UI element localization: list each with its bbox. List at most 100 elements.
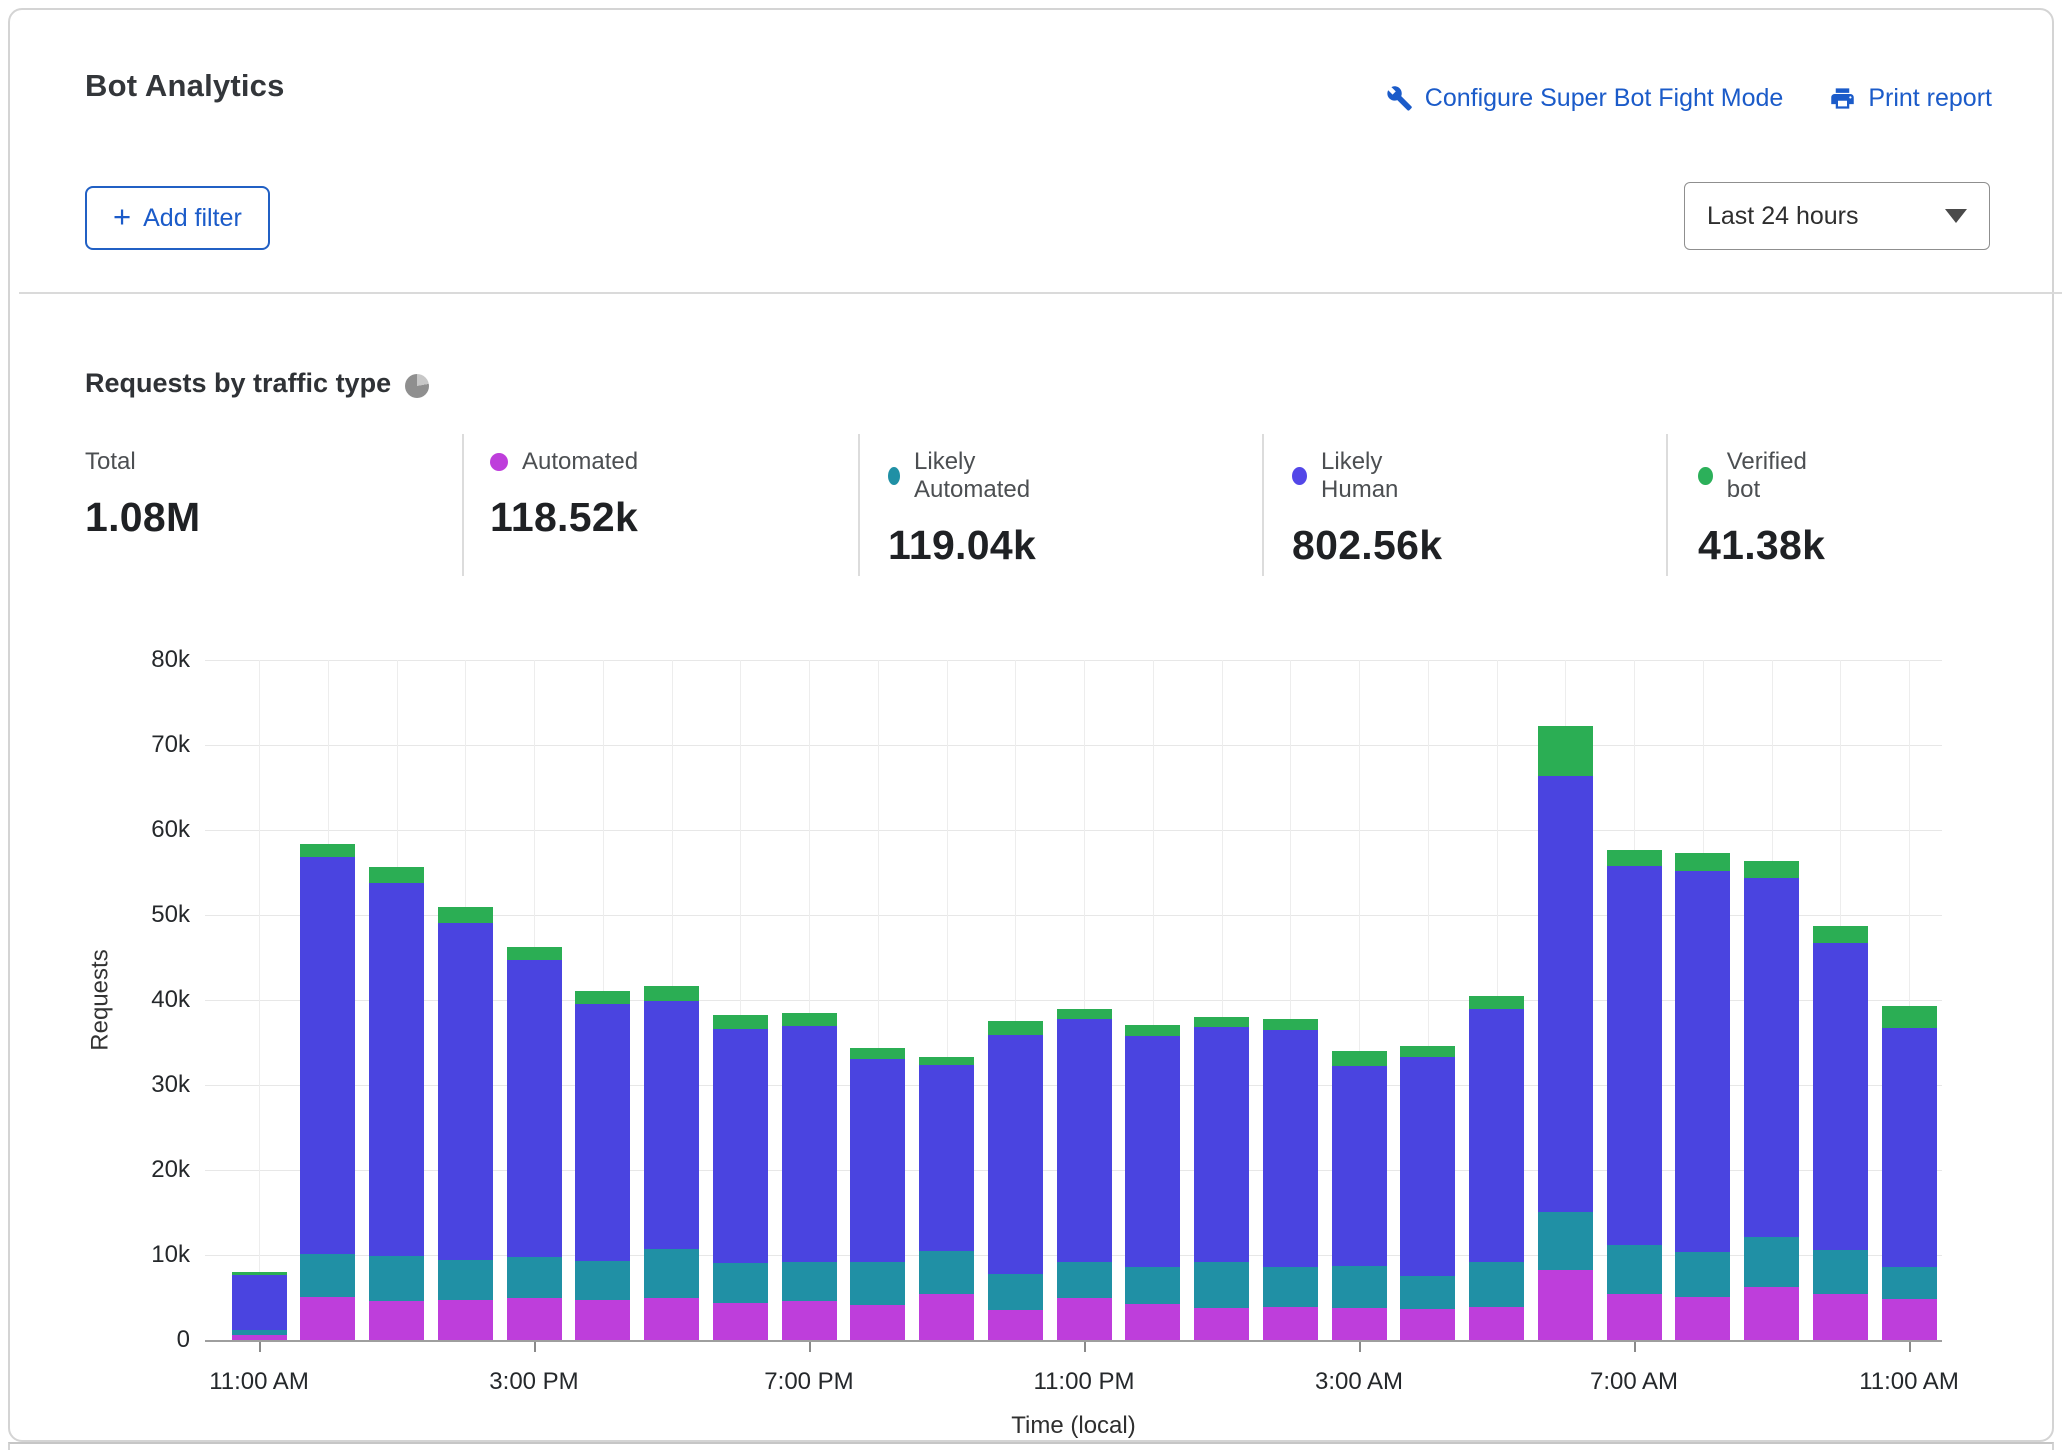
bar-segment-likely-human[interactable] [507, 960, 562, 1257]
bar-segment-likely-automated[interactable] [1607, 1245, 1662, 1294]
bar-segment-likely-automated[interactable] [1057, 1262, 1112, 1299]
bar-4-00-am[interactable] [1400, 1046, 1455, 1340]
bar-segment-likely-automated[interactable] [1675, 1252, 1730, 1297]
bar-segment-likely-automated[interactable] [782, 1262, 837, 1301]
bar-segment-likely-human[interactable] [1675, 871, 1730, 1253]
bar-segment-likely-human[interactable] [713, 1029, 768, 1263]
bar-11-00-am[interactable] [1882, 1006, 1937, 1340]
bar-segment-likely-automated[interactable] [1882, 1267, 1937, 1299]
bar-segment-verified-bot[interactable] [713, 1015, 768, 1029]
bar-segment-verified-bot[interactable] [1882, 1006, 1937, 1028]
bar-segment-likely-human[interactable] [1194, 1027, 1249, 1262]
bar-segment-automated[interactable] [575, 1300, 630, 1340]
bar-segment-automated[interactable] [1607, 1294, 1662, 1340]
bar-segment-likely-human[interactable] [1332, 1066, 1387, 1266]
bar-segment-likely-automated[interactable] [438, 1260, 493, 1300]
bar-segment-likely-automated[interactable] [369, 1256, 424, 1301]
bar-segment-likely-human[interactable] [1607, 866, 1662, 1245]
bar-segment-likely-automated[interactable] [919, 1251, 974, 1294]
bar-segment-likely-automated[interactable] [575, 1261, 630, 1300]
bar-segment-automated[interactable] [1538, 1270, 1593, 1340]
bar-segment-likely-human[interactable] [232, 1275, 287, 1329]
bar-segment-likely-automated[interactable] [1332, 1266, 1387, 1308]
bar-segment-likely-human[interactable] [438, 923, 493, 1260]
bar-segment-likely-human[interactable] [1469, 1009, 1524, 1262]
add-filter-button[interactable]: + Add filter [85, 186, 270, 250]
bar-segment-verified-bot[interactable] [575, 991, 630, 1005]
bar-6-00-am[interactable] [1538, 726, 1593, 1340]
bar-segment-likely-human[interactable] [1400, 1057, 1455, 1276]
bar-segment-likely-human[interactable] [369, 883, 424, 1256]
bar-segment-likely-automated[interactable] [644, 1249, 699, 1298]
bar-segment-automated[interactable] [1400, 1309, 1455, 1340]
bar-segment-likely-human[interactable] [1263, 1030, 1318, 1267]
bar-segment-likely-automated[interactable] [1469, 1262, 1524, 1307]
bar-8-00-pm[interactable] [850, 1048, 905, 1340]
stat-likely-automated[interactable]: Likely Automated119.04k [888, 448, 1036, 569]
bar-segment-verified-bot[interactable] [1813, 926, 1868, 943]
bar-segment-verified-bot[interactable] [1332, 1051, 1387, 1066]
bar-segment-likely-human[interactable] [988, 1035, 1043, 1274]
bar-segment-automated[interactable] [919, 1294, 974, 1340]
bar-7-00-am[interactable] [1607, 850, 1662, 1340]
bar-segment-likely-human[interactable] [1538, 776, 1593, 1211]
bar-segment-verified-bot[interactable] [782, 1013, 837, 1027]
stat-likely-human[interactable]: Likely Human802.56k [1292, 448, 1442, 569]
bar-segment-automated[interactable] [644, 1298, 699, 1340]
bar-segment-likely-human[interactable] [850, 1059, 905, 1261]
bar-segment-verified-bot[interactable] [1057, 1009, 1112, 1019]
bar-12-00-pm[interactable] [300, 844, 355, 1340]
bar-4-00-pm[interactable] [575, 991, 630, 1340]
bar-segment-automated[interactable] [1675, 1297, 1730, 1340]
bar-segment-verified-bot[interactable] [1400, 1046, 1455, 1057]
bar-segment-likely-automated[interactable] [1125, 1267, 1180, 1304]
bar-8-00-am[interactable] [1675, 853, 1730, 1340]
bar-segment-automated[interactable] [300, 1297, 355, 1340]
bar-segment-verified-bot[interactable] [507, 947, 562, 960]
bar-segment-likely-automated[interactable] [507, 1257, 562, 1299]
bar-segment-likely-automated[interactable] [988, 1274, 1043, 1311]
bar-segment-automated[interactable] [1813, 1294, 1868, 1340]
bar-segment-likely-automated[interactable] [1263, 1267, 1318, 1307]
bar-segment-automated[interactable] [1125, 1304, 1180, 1340]
bar-segment-verified-bot[interactable] [919, 1057, 974, 1066]
print-report-link[interactable]: Print report [1829, 84, 1992, 113]
bar-segment-automated[interactable] [1263, 1307, 1318, 1340]
bar-11-00-pm[interactable] [1057, 1009, 1112, 1341]
bar-segment-verified-bot[interactable] [1675, 853, 1730, 871]
bar-segment-automated[interactable] [369, 1301, 424, 1340]
bar-segment-automated[interactable] [1744, 1287, 1799, 1340]
bar-9-00-pm[interactable] [919, 1057, 974, 1340]
bar-segment-verified-bot[interactable] [1607, 850, 1662, 865]
bar-7-00-pm[interactable] [782, 1013, 837, 1340]
bar-segment-likely-automated[interactable] [1400, 1276, 1455, 1309]
bar-segment-automated[interactable] [1882, 1299, 1937, 1340]
bar-segment-verified-bot[interactable] [1263, 1019, 1318, 1030]
bar-segment-likely-human[interactable] [644, 1001, 699, 1249]
bar-segment-automated[interactable] [1194, 1308, 1249, 1340]
bar-segment-automated[interactable] [850, 1305, 905, 1340]
bar-segment-verified-bot[interactable] [1125, 1025, 1180, 1036]
bar-segment-likely-human[interactable] [782, 1026, 837, 1261]
bar-segment-automated[interactable] [507, 1298, 562, 1340]
bar-segment-verified-bot[interactable] [1194, 1017, 1249, 1027]
bar-segment-likely-human[interactable] [1125, 1036, 1180, 1267]
bar-segment-likely-automated[interactable] [850, 1262, 905, 1305]
bar-5-00-am[interactable] [1469, 996, 1524, 1340]
bar-3-00-pm[interactable] [507, 947, 562, 1340]
bar-segment-verified-bot[interactable] [1469, 996, 1524, 1009]
stat-verified-bot[interactable]: Verified bot41.38k [1698, 448, 1825, 569]
bar-segment-automated[interactable] [988, 1310, 1043, 1340]
bar-segment-likely-automated[interactable] [1194, 1262, 1249, 1308]
bar-segment-verified-bot[interactable] [644, 986, 699, 1000]
bar-2-00-pm[interactable] [438, 907, 493, 1341]
bar-segment-verified-bot[interactable] [438, 907, 493, 923]
bar-segment-verified-bot[interactable] [850, 1048, 905, 1060]
bar-segment-likely-automated[interactable] [1538, 1212, 1593, 1271]
bar-segment-likely-automated[interactable] [300, 1254, 355, 1297]
bar-segment-likely-automated[interactable] [1813, 1250, 1868, 1294]
bar-segment-likely-human[interactable] [1882, 1028, 1937, 1267]
bar-11-00-am[interactable] [232, 1272, 287, 1340]
bar-segment-likely-automated[interactable] [713, 1263, 768, 1304]
bar-segment-likely-automated[interactable] [1744, 1237, 1799, 1287]
